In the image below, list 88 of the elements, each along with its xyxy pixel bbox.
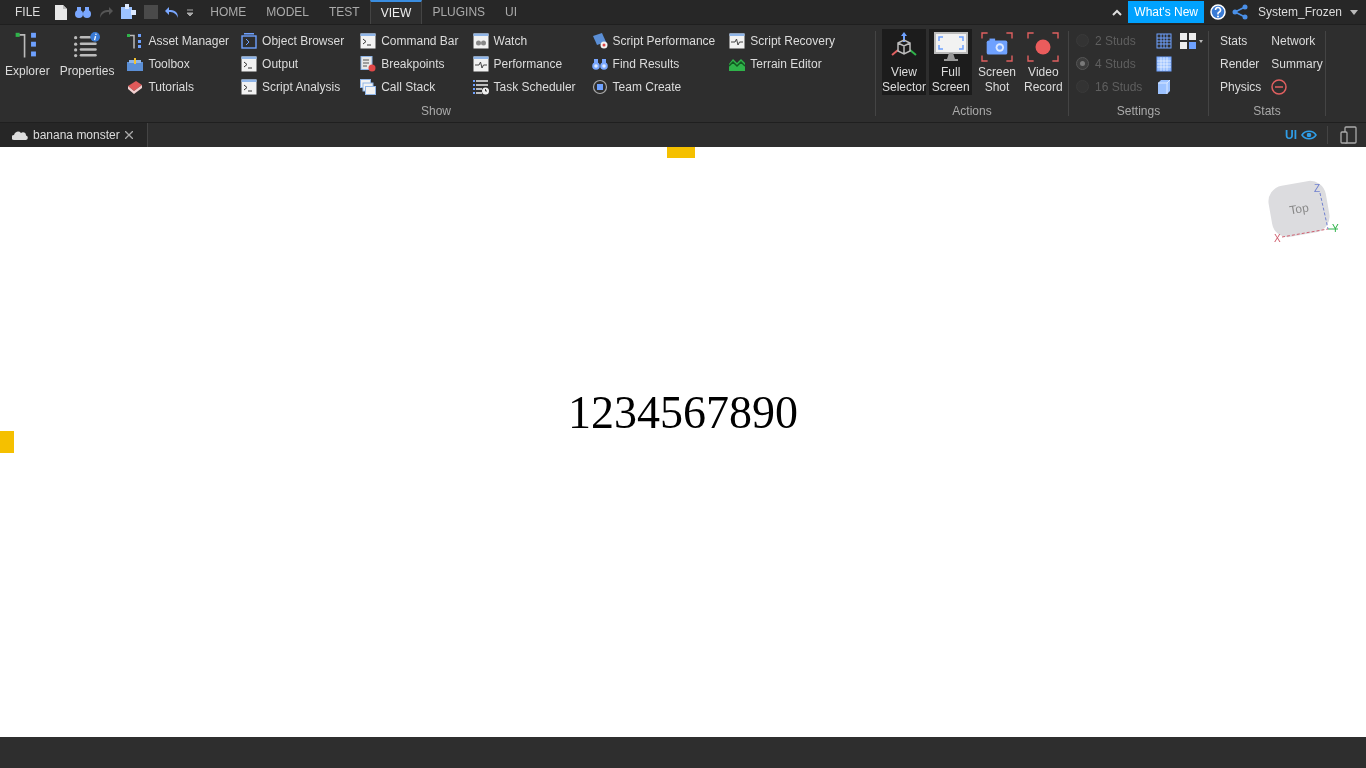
layout-dropdown-icon[interactable] [1180, 33, 1205, 49]
group-label: Actions [951, 104, 993, 120]
scroll-icon [591, 32, 608, 49]
ribbon-item[interactable]: Task Scheduler [472, 75, 576, 98]
text-label: 1234567890 [568, 385, 798, 439]
stacked-windows-icon [360, 78, 377, 95]
plugin-icon[interactable] [120, 4, 139, 20]
view-cube[interactable]: Top X Y Z [1268, 183, 1338, 245]
ribbon-tab[interactable]: TEST [319, 0, 370, 24]
cloud-icon [12, 130, 28, 140]
ribbon-item[interactable]: Script Performance [591, 29, 716, 52]
device-icon[interactable] [1340, 126, 1358, 144]
terminal-window-icon [241, 55, 258, 72]
collapse-ribbon-icon[interactable] [1112, 8, 1123, 16]
ribbon-item[interactable]: Call Stack [360, 75, 459, 98]
share-icon[interactable] [1231, 4, 1248, 20]
action-button[interactable]: Video Record [1021, 29, 1065, 95]
ribbon-tab[interactable]: MODEL [256, 0, 320, 24]
help-icon[interactable] [1209, 4, 1226, 20]
document-title: banana monster [33, 128, 120, 142]
eye-icon [1301, 130, 1317, 140]
viewport[interactable]: 1234567890 Top X Y Z [0, 147, 1366, 737]
document-tab[interactable]: banana monster [0, 123, 148, 147]
ribbon-tab[interactable]: PLUGINS [422, 0, 496, 24]
cube-face-label: Top [1288, 200, 1310, 218]
resize-handle[interactable] [667, 147, 695, 158]
close-icon[interactable] [124, 131, 133, 139]
ribbon-item[interactable]: Script Analysis [241, 75, 345, 98]
resize-handle[interactable] [0, 431, 14, 453]
binoculars-window-icon [472, 32, 489, 49]
axis-label: X [1274, 233, 1281, 244]
stats-item[interactable]: Stats [1220, 33, 1248, 48]
toolbox-icon [127, 55, 144, 72]
explorer-button[interactable]: Explorer [0, 29, 55, 81]
ribbon-tab[interactable]: HOME [200, 0, 257, 24]
ribbon-item[interactable]: Object Browser [241, 29, 345, 52]
record-icon [1026, 32, 1061, 62]
ribbon-item[interactable]: Asset Manager [127, 29, 230, 52]
ribbon-item[interactable]: Script Recovery [729, 29, 835, 52]
ribbon-item[interactable]: Toolbox [127, 52, 230, 75]
group-label: Settings [1115, 104, 1162, 120]
action-button[interactable]: Screen Shot [975, 29, 1019, 95]
ribbon-item[interactable]: Find Results [591, 52, 716, 75]
stats-item[interactable]: Network [1271, 33, 1316, 48]
ribbon-item[interactable]: Tutorials [127, 75, 230, 98]
tree-icon [127, 32, 144, 49]
pulse-window-icon [472, 55, 489, 72]
breakpoint-icon [360, 55, 377, 72]
window-icon [241, 32, 258, 49]
ribbon-tab[interactable]: UI [495, 0, 528, 24]
camera-icon [980, 32, 1014, 62]
binoculars-icon[interactable] [74, 5, 93, 19]
grid-icon[interactable] [1156, 33, 1173, 49]
minus-circle-icon[interactable] [1271, 78, 1288, 95]
ribbon-tab[interactable]: VIEW [369, 0, 423, 24]
team-icon [591, 78, 608, 95]
ribbon-item[interactable]: Output [241, 52, 345, 75]
ribbon-item[interactable]: Team Create [591, 75, 716, 98]
terminal-window-icon [241, 78, 258, 95]
list-clock-icon [472, 78, 489, 95]
caret-icon[interactable] [1350, 9, 1358, 15]
ribbon-item[interactable]: Terrain Editor [729, 52, 835, 75]
stats-item[interactable]: Render [1220, 56, 1260, 71]
file-menu[interactable]: FILE [0, 0, 55, 24]
cube-icon[interactable] [1156, 79, 1173, 95]
stats-item[interactable]: Physics [1220, 79, 1262, 94]
pulse-window-icon [729, 32, 746, 49]
group-label: Stats [1252, 104, 1282, 120]
action-button[interactable]: View Selector [882, 29, 926, 95]
user-menu[interactable]: System_Frozen [1257, 5, 1342, 19]
group-label: Show [420, 104, 452, 120]
filled-grid-icon[interactable] [1156, 56, 1173, 72]
monitor-icon [933, 32, 968, 62]
undo-icon[interactable] [164, 5, 181, 19]
ribbon-item[interactable]: Breakpoints [360, 52, 459, 75]
properties-button[interactable]: Properties [54, 29, 120, 81]
ribbon-item[interactable]: Watch [472, 29, 576, 52]
ribbon-item[interactable]: Command Bar [360, 29, 459, 52]
new-file-icon[interactable] [54, 3, 69, 21]
dropdown-icon[interactable] [186, 8, 195, 16]
action-button[interactable]: Full Screen [929, 29, 973, 95]
ui-visibility-toggle[interactable]: UI [1285, 128, 1317, 142]
axis-label: Y [1332, 223, 1339, 234]
terminal-window-icon [360, 32, 377, 49]
stats-item[interactable]: Summary [1271, 56, 1323, 71]
ribbon-item[interactable]: Performance [472, 52, 576, 75]
axis-label: Z [1314, 183, 1321, 194]
book-icon [127, 78, 144, 95]
